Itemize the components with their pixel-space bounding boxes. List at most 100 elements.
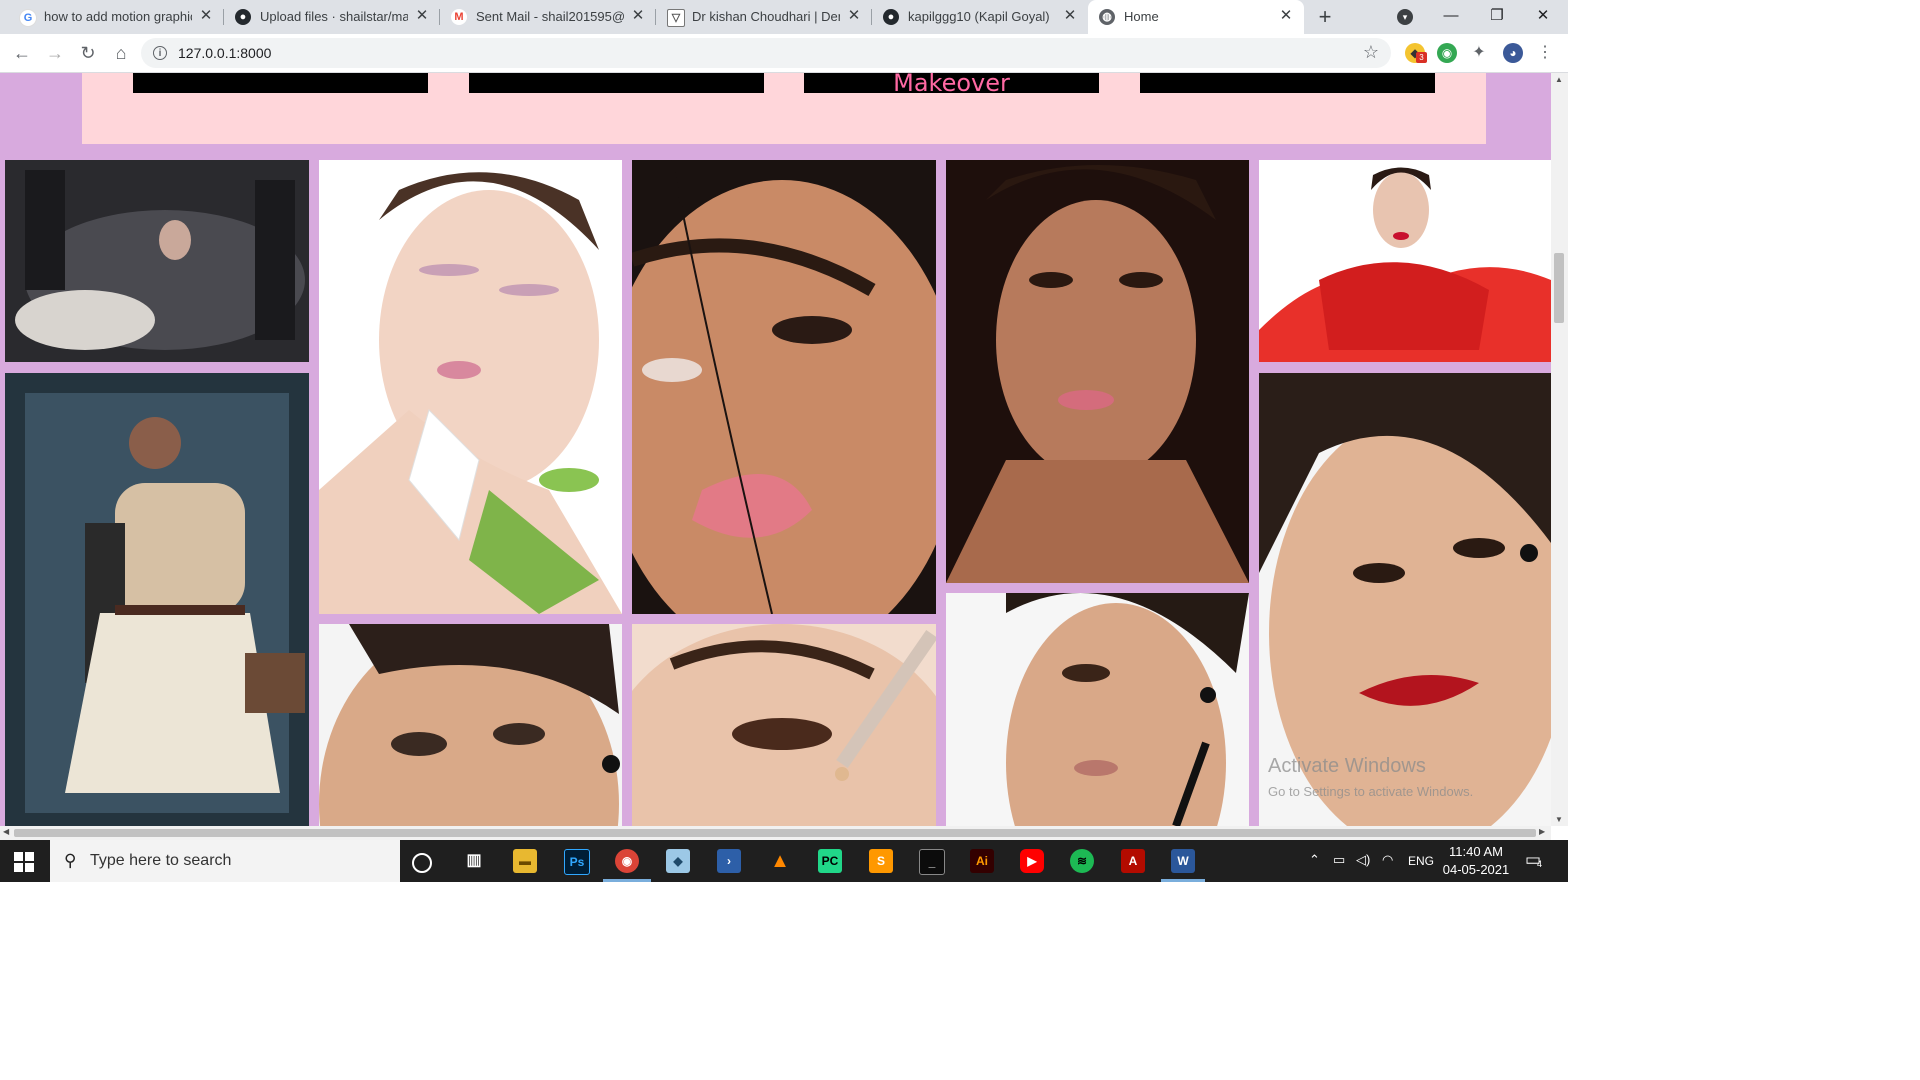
tab-title: kapilggg10 (Kapil Goyal) bbox=[908, 9, 1050, 24]
active-app-indicator bbox=[1161, 879, 1205, 882]
gallery-photo[interactable] bbox=[632, 160, 936, 614]
tab-strip: G how to add motion graphic ✕ ● Upload f… bbox=[0, 0, 1568, 34]
search-icon: ⚲ bbox=[64, 851, 77, 870]
service-card[interactable] bbox=[469, 73, 764, 93]
close-icon[interactable]: ✕ bbox=[198, 8, 214, 24]
vlc-icon[interactable]: ▲ bbox=[768, 849, 792, 873]
tray-expand-icon[interactable]: ⌃ bbox=[1309, 852, 1320, 868]
windows-taskbar: ⚲ Type here to search ▥ ▬ Ps ◉ ◆ › ▲ PC … bbox=[0, 840, 1568, 882]
volume-icon[interactable]: ◁) bbox=[1356, 852, 1370, 868]
url-text[interactable]: 127.0.0.1:8000 bbox=[178, 45, 271, 61]
scroll-up-icon[interactable]: ▲ bbox=[1555, 75, 1563, 84]
bookmark-star-icon[interactable]: ☆ bbox=[1363, 42, 1379, 63]
horizontal-scrollbar[interactable]: ◀ ▶ bbox=[0, 826, 1551, 840]
gallery-photo[interactable] bbox=[632, 624, 936, 826]
scroll-right-icon[interactable]: ▶ bbox=[1539, 827, 1545, 836]
close-icon[interactable]: ✕ bbox=[630, 8, 646, 24]
tab-title: how to add motion graphic bbox=[44, 9, 192, 24]
active-app-indicator bbox=[603, 879, 651, 882]
page-viewport: Makeover Activate Windows Go to Settings… bbox=[0, 73, 1551, 826]
close-icon[interactable]: ✕ bbox=[846, 8, 862, 24]
github-icon: ● bbox=[235, 9, 251, 25]
extension-icon[interactable]: ◆ 3 bbox=[1405, 43, 1427, 63]
home-icon[interactable]: ⌂ bbox=[109, 41, 133, 65]
restore-button[interactable]: ❐ bbox=[1485, 4, 1509, 28]
gallery-photo[interactable] bbox=[5, 373, 309, 826]
pycharm-icon[interactable]: PC bbox=[818, 849, 842, 873]
acrobat-icon[interactable]: A bbox=[1121, 849, 1145, 873]
sublime-icon[interactable]: S bbox=[869, 849, 893, 873]
cortana-icon[interactable] bbox=[412, 853, 432, 873]
gallery-photo[interactable] bbox=[5, 160, 309, 362]
new-tab-button[interactable]: + bbox=[1313, 6, 1337, 28]
tab-github-profile[interactable]: ● kapilggg10 (Kapil Goyal) ✕ bbox=[872, 0, 1088, 34]
tooth-icon: ▽ bbox=[667, 9, 685, 27]
scrollbar-thumb[interactable] bbox=[1554, 253, 1564, 323]
scrollbar-thumb[interactable] bbox=[14, 829, 1536, 837]
address-bar[interactable]: i 127.0.0.1:8000 ☆ bbox=[141, 38, 1391, 68]
vertical-scrollbar[interactable]: ▲ ▼ bbox=[1551, 73, 1568, 826]
puzzle-icon[interactable]: ✦ bbox=[1469, 43, 1489, 63]
tab-github-upload[interactable]: ● Upload files · shailstar/make ✕ bbox=[224, 0, 440, 34]
gallery-photo[interactable] bbox=[319, 160, 622, 614]
avatar[interactable]: ◕ bbox=[1503, 43, 1523, 63]
taskbar-search[interactable]: ⚲ Type here to search bbox=[50, 840, 400, 882]
tab-google-search[interactable]: G how to add motion graphic ✕ bbox=[8, 0, 224, 34]
gallery-photo[interactable] bbox=[946, 593, 1249, 826]
menu-kebab-icon[interactable]: ⋮ bbox=[1535, 43, 1555, 63]
powershell-icon[interactable]: › bbox=[717, 849, 741, 873]
back-icon[interactable]: ← bbox=[10, 41, 34, 65]
watermark-subtitle: Go to Settings to activate Windows. bbox=[1268, 784, 1474, 799]
gmail-icon: M bbox=[451, 9, 467, 25]
tab-title: Upload files · shailstar/make bbox=[260, 9, 408, 24]
gallery-photo[interactable] bbox=[319, 624, 622, 826]
windows-start-icon[interactable] bbox=[14, 852, 34, 872]
wifi-icon[interactable]: ◠ bbox=[1382, 852, 1393, 868]
clock-date: 04-05-2021 bbox=[1442, 862, 1510, 877]
watermark-title: Activate Windows bbox=[1268, 755, 1426, 777]
scroll-left-icon[interactable]: ◀ bbox=[3, 827, 9, 836]
info-icon[interactable]: i bbox=[153, 46, 167, 60]
close-icon[interactable]: ✕ bbox=[1062, 8, 1078, 24]
battery-icon[interactable]: ▭ bbox=[1333, 852, 1345, 868]
terminal-icon[interactable]: _ bbox=[919, 849, 945, 875]
close-window-button[interactable]: ✕ bbox=[1531, 4, 1555, 28]
tab-dentist[interactable]: ▽ Dr kishan Choudhari | Dent ✕ bbox=[656, 0, 872, 34]
youtube-icon[interactable]: ▶ bbox=[1020, 849, 1044, 873]
spotify-icon[interactable]: ≋ bbox=[1070, 849, 1094, 873]
illustrator-icon[interactable]: Ai bbox=[970, 849, 994, 873]
browser-toolbar: ← → ↻ ⌂ i 127.0.0.1:8000 ☆ ◆ 3 ◉ ✦ ◕ ⋮ bbox=[0, 34, 1568, 73]
tab-home[interactable]: ◍ Home ✕ bbox=[1088, 0, 1304, 34]
minimize-button[interactable]: — bbox=[1439, 4, 1463, 28]
forward-icon[interactable]: → bbox=[43, 41, 67, 65]
service-card-title: Makeover bbox=[893, 73, 1010, 97]
clock-time: 11:40 AM bbox=[1449, 844, 1503, 859]
activate-windows-watermark: Activate Windows Go to Settings to activ… bbox=[1268, 755, 1473, 799]
close-icon[interactable]: ✕ bbox=[414, 8, 430, 24]
tab-search-icon[interactable]: ▾ bbox=[1397, 9, 1413, 25]
gallery-photo[interactable] bbox=[1259, 160, 1551, 362]
tab-title: Home bbox=[1124, 9, 1159, 24]
service-card[interactable] bbox=[1140, 73, 1435, 93]
tab-title: Dr kishan Choudhari | Dent bbox=[692, 9, 840, 24]
gallery-photo[interactable] bbox=[946, 160, 1249, 583]
task-view-icon[interactable]: ▥ bbox=[462, 849, 486, 873]
language-indicator[interactable]: ENG bbox=[1408, 854, 1434, 868]
close-icon[interactable]: ✕ bbox=[1278, 8, 1294, 24]
photoshop-icon[interactable]: Ps bbox=[564, 849, 590, 875]
service-card[interactable] bbox=[133, 73, 428, 93]
vm-icon[interactable]: ◆ bbox=[666, 849, 690, 873]
word-icon[interactable]: W bbox=[1171, 849, 1195, 873]
tab-title: Sent Mail - shail201595@gm bbox=[476, 9, 624, 24]
github-icon: ● bbox=[883, 9, 899, 25]
chrome-icon[interactable]: ◉ bbox=[615, 849, 639, 873]
google-icon: G bbox=[19, 9, 37, 27]
system-clock[interactable]: 11:40 AM 04-05-2021 bbox=[1440, 843, 1512, 879]
tab-gmail[interactable]: M Sent Mail - shail201595@gm ✕ bbox=[440, 0, 656, 34]
scroll-down-icon[interactable]: ▼ bbox=[1555, 815, 1563, 824]
reload-icon[interactable]: ↻ bbox=[76, 41, 100, 65]
globe-extension-icon[interactable]: ◉ bbox=[1437, 43, 1457, 63]
globe-icon: ◍ bbox=[1099, 9, 1115, 25]
file-explorer-icon[interactable]: ▬ bbox=[513, 849, 537, 873]
notification-icon[interactable]: ▭ 4 bbox=[1525, 850, 1542, 870]
